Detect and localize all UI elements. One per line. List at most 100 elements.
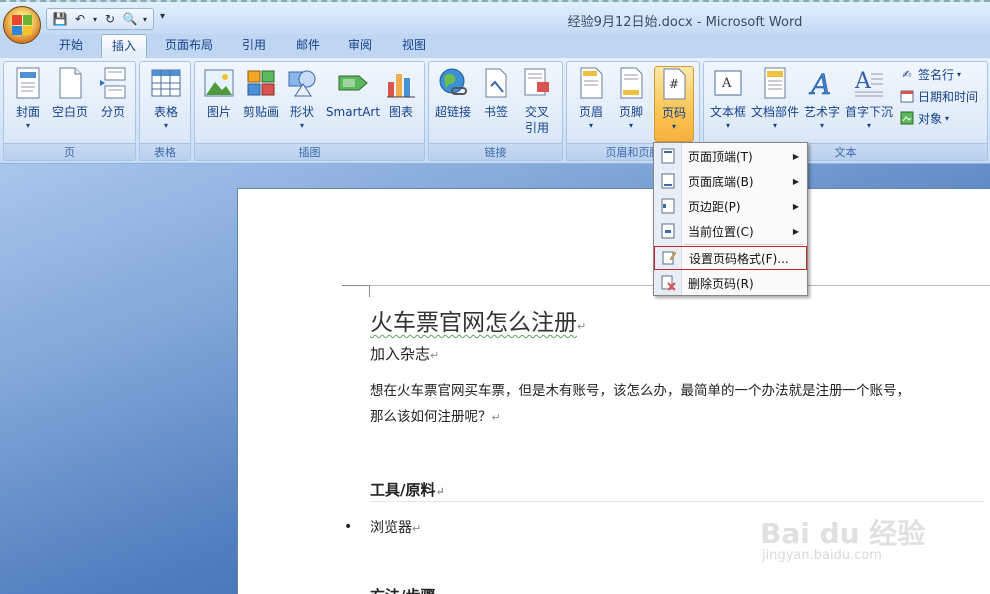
group-label-tables: 表格 — [140, 143, 190, 160]
doc-title: 火车票官网怎么注册↵ — [370, 310, 587, 336]
calendar-icon — [899, 88, 915, 104]
menu-item-page-margins[interactable]: 页边距(P) ▶ — [654, 194, 807, 218]
page-number-dropdown: 页面顶端(T) ▶ 页面底端(B) ▶ 页边距(P) ▶ 当前位置(C) ▶ 设… — [653, 142, 808, 296]
doc-bullet-item: 浏览器↵ — [370, 520, 422, 536]
drop-cap-button[interactable]: A 首字下沉 ▾ — [844, 66, 894, 132]
tab-review[interactable]: 审阅 — [338, 34, 382, 58]
date-time-button[interactable]: 日期和时间 — [899, 86, 978, 106]
doc-section-heading: 工具/原料↵ — [370, 481, 445, 499]
group-tables: 表格 ▾ 表格 — [139, 61, 191, 161]
page-top-icon — [661, 148, 675, 164]
blank-page-icon — [54, 66, 86, 100]
menu-separator — [684, 244, 803, 245]
baidu-jingyan-watermark: Bai du 经验 jingyan.baidu.com — [760, 492, 980, 582]
object-icon — [899, 110, 915, 126]
chevron-down-icon: ▾ — [819, 121, 824, 130]
tab-view[interactable]: 视图 — [392, 34, 436, 58]
clip-art-button[interactable]: 剪贴画 — [239, 66, 283, 120]
office-button[interactable] — [3, 6, 41, 44]
page-break-button[interactable]: 分页 — [95, 66, 131, 120]
blank-page-button[interactable]: 空白页 — [49, 66, 91, 120]
picture-icon — [203, 66, 235, 100]
doc-paragraph-line1: 想在火车票官网买车票，但是木有账号，该怎么办，最简单的一个办法就是注册一个账号， — [370, 383, 910, 399]
header-button[interactable]: 页眉 ▾ — [573, 66, 609, 132]
group-links: 超链接 书签 交叉引用 链接 — [428, 61, 563, 161]
cover-page-button[interactable]: 封面 ▾ — [10, 66, 46, 132]
cover-page-icon — [12, 66, 44, 100]
format-page-numbers-icon — [662, 251, 677, 265]
menu-item-current-position[interactable]: 当前位置(C) ▶ — [654, 219, 807, 243]
watermark-logo-text: Bai du 经验 — [760, 517, 926, 550]
smartart-button[interactable]: SmartArt — [323, 66, 383, 120]
table-icon — [150, 66, 182, 100]
doc-paragraph-line2: 那么该如何注册呢？↵ — [370, 409, 501, 425]
chart-icon — [385, 66, 417, 100]
menu-item-top-of-page[interactable]: 页面顶端(T) ▶ — [654, 144, 807, 168]
globe-link-icon — [437, 66, 469, 100]
submenu-arrow-icon: ▶ — [792, 226, 799, 236]
tab-references[interactable]: 引用 — [232, 34, 276, 58]
chevron-down-icon: ▾ — [628, 121, 633, 130]
page-break-icon — [97, 66, 129, 100]
footer-icon — [615, 66, 647, 100]
doc-next-section-heading: 方法/步骤 — [370, 585, 435, 594]
tab-mailings[interactable]: 邮件 — [286, 34, 330, 58]
page-margins-icon — [661, 198, 675, 214]
chevron-down-icon: ▾ — [671, 122, 676, 131]
title-bar: 💾 ↶ ▾ ↻ 🔍 ▾ ▾ 经验9月12日始.docx - Microsoft … — [0, 0, 990, 44]
chevron-down-icon: ▾ — [957, 69, 962, 79]
watermark-url: jingyan.baidu.com — [762, 548, 882, 563]
bookmark-button[interactable]: 书签 — [479, 66, 513, 120]
menu-item-format-page-numbers[interactable]: 设置页码格式(F)... — [654, 246, 807, 270]
group-label-links: 链接 — [429, 143, 562, 160]
clip-art-icon — [245, 66, 277, 100]
shapes-icon — [286, 66, 318, 100]
picture-button[interactable]: 图片 — [201, 66, 237, 120]
group-pages: 封面 ▾ 空白页 分页 页 — [3, 61, 136, 161]
tab-page-layout[interactable]: 页面布局 — [157, 34, 221, 58]
doc-subtitle: 加入杂志↵ — [370, 345, 440, 363]
chevron-down-icon: ▾ — [163, 121, 168, 130]
tab-home[interactable]: 开始 — [50, 34, 92, 58]
quick-parts-icon — [759, 66, 791, 100]
ribbon-tabs: 开始 插入 页面布局 引用 邮件 审阅 视图 — [0, 34, 990, 58]
svg-text:A: A — [721, 76, 732, 91]
submenu-arrow-icon: ▶ — [792, 176, 799, 186]
footer-button[interactable]: 页脚 ▾ — [613, 66, 649, 132]
office-logo-icon — [12, 15, 32, 35]
menu-item-bottom-of-page[interactable]: 页面底端(B) ▶ — [654, 169, 807, 193]
window-title: 经验9月12日始.docx - Microsoft Word — [567, 15, 803, 30]
bullet-icon: • — [344, 519, 353, 535]
hyperlink-button[interactable]: 超链接 — [433, 66, 473, 120]
bookmark-icon — [480, 66, 512, 100]
chart-button[interactable]: 图表 — [383, 66, 419, 120]
wordart-button[interactable]: A 艺术字 ▾ — [801, 66, 843, 132]
object-button[interactable]: 对象 ▾ — [899, 108, 949, 128]
signature-line-button[interactable]: ✍ 签名行 ▾ — [899, 64, 961, 84]
chevron-down-icon: ▾ — [866, 121, 871, 130]
header-icon — [575, 66, 607, 100]
chevron-down-icon: ▾ — [25, 121, 30, 130]
table-button[interactable]: 表格 ▾ — [148, 66, 184, 132]
group-label-pages: 页 — [4, 143, 135, 160]
shapes-button[interactable]: 形状 ▾ — [285, 66, 319, 132]
cross-reference-button[interactable]: 交叉引用 — [517, 66, 557, 136]
submenu-arrow-icon: ▶ — [792, 151, 799, 161]
ribbon: 封面 ▾ 空白页 分页 页 表格 ▾ 表格 图片 剪贴画 形状 ▾ SmartA… — [0, 58, 990, 164]
chevron-down-icon: ▾ — [299, 121, 304, 130]
crop-mark — [342, 285, 370, 297]
cross-reference-icon — [521, 66, 553, 100]
chevron-down-icon: ▾ — [945, 113, 950, 123]
text-box-button[interactable]: A 文本框 ▾ — [706, 66, 750, 132]
svg-text:A: A — [854, 69, 872, 94]
chevron-down-icon: ▾ — [772, 121, 777, 130]
remove-page-numbers-icon — [661, 275, 676, 291]
chevron-down-icon: ▾ — [725, 121, 730, 130]
group-illustrations: 图片 剪贴画 形状 ▾ SmartArt 图表 插图 — [194, 61, 425, 161]
page-number-button[interactable]: # 页码 ▾ — [654, 66, 694, 142]
svg-text:#: # — [669, 77, 679, 91]
chevron-down-icon: ▾ — [588, 121, 593, 130]
menu-item-remove-page-numbers[interactable]: 删除页码(R) — [654, 271, 807, 295]
quick-parts-button[interactable]: 文档部件 ▾ — [750, 66, 800, 132]
tab-insert[interactable]: 插入 — [101, 34, 147, 58]
